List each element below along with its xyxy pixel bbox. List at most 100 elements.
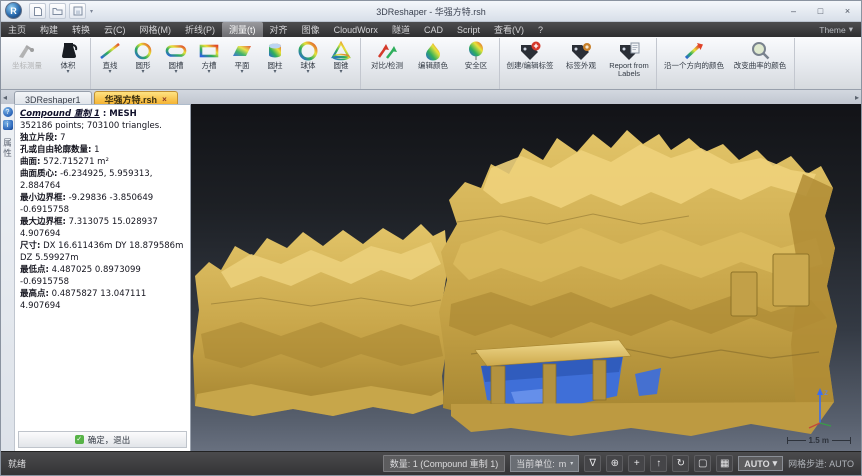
grid-icon[interactable]: ▦ [716,455,733,472]
ribbon-tab-row: 主页 构建 转换 云(C) 网格(M) 折线(P) 测量(t) 对齐 图像 Cl… [1,22,861,37]
cone-icon [329,40,353,62]
viewport-3d[interactable]: z 1.5 m [191,104,861,451]
unit-selector[interactable]: 当前单位: m ▾ [510,455,579,472]
scale-label: 1.5 m [809,436,829,445]
compare-arrows-icon [375,40,399,62]
main-area: ? i 属性 Compound 重制 1 : MESH 352186 point… [1,104,861,451]
ribbon-group-colors: 沿一个方向的颜色 改变曲率的颜色 [657,38,795,89]
theme-selector[interactable]: Theme▾ [811,22,861,37]
window-controls: – □ × [780,1,861,21]
dropdown-arrow-icon[interactable]: ▾ [273,70,276,75]
rotate-icon[interactable]: ↻ [672,455,689,472]
tab-help[interactable]: ? [531,22,550,37]
property-line: 独立片段: 7 [20,132,187,144]
dropdown-arrow-icon[interactable]: ▾ [240,70,243,75]
z-axis-label: z [824,388,828,397]
ribbon: 坐标测量 体积 ▾ 直线 ▾ 圆形 ▾ 圆 [1,37,861,90]
chevron-down-icon: ▾ [570,460,573,467]
circle-icon [131,40,155,62]
maximize-button[interactable]: □ [807,1,834,21]
panel-toggle-icon[interactable]: i [3,120,13,130]
zoom-center-icon[interactable]: ⊕ [606,455,623,472]
cone-shape-button[interactable]: 圆锥 ▾ [325,39,357,77]
dropdown-arrow-icon[interactable]: ▾ [339,70,342,75]
security-zone-button[interactable]: 安全区 [456,39,496,77]
plane-shape-button[interactable]: 平面 ▾ [226,39,258,77]
confirm-exit-button[interactable]: ✓ 确定，退出 [18,431,187,448]
tab-script[interactable]: Script [450,22,487,37]
tab-polyline[interactable]: 折线(P) [178,22,222,37]
tab-cloudworx[interactable]: CloudWorx [327,22,385,37]
tab-cloud[interactable]: 云(C) [97,22,133,37]
property-line: 曲面: 572.715271 m² [20,156,187,168]
ribbon-group-shapes: 直线 ▾ 圆形 ▾ 圆槽 ▾ 方槽 ▾ 平面 ▾ [91,38,361,89]
auto-render-selector[interactable]: AUTO ▾ [738,456,783,471]
tab-image[interactable]: 图像 [295,22,327,37]
qat-customize-icon[interactable]: ▾ [90,8,93,15]
chevron-down-icon: ▾ [773,458,778,469]
window-title: 3DReshaper - 华强方特.rsh [1,5,861,18]
status-bar: 就绪 数量: 1 (Compound 重制 1) 当前单位: m ▾ ∇ ⊕ +… [1,451,861,475]
tab-transform[interactable]: 转换 [65,22,97,37]
magnifier-icon [749,40,771,62]
select-rect-icon[interactable]: ▢ [694,455,711,472]
grid-step-label: 网格步进: AUTO [788,457,854,470]
property-line: 最大边界框: 7.313075 15.028937 4.907694 [20,216,187,240]
open-folder-icon[interactable] [49,3,66,19]
ribbon-group-measure: 坐标测量 体积 ▾ [3,38,91,89]
close-tab-icon[interactable]: × [162,95,167,104]
tab-scroll-left-icon[interactable]: ◂ [3,93,7,102]
view-up-icon[interactable]: ↑ [650,455,667,472]
axis-indicator: z [799,383,839,429]
circle-shape-button[interactable]: 圆形 ▾ [127,39,159,77]
close-button[interactable]: × [834,1,861,21]
property-line: 孔或自由轮廓数量: 1 [20,144,187,156]
save-icon[interactable] [69,3,86,19]
tab-measure-active[interactable]: 测量(t) [222,22,263,37]
dropdown-arrow-icon[interactable]: ▾ [306,70,309,75]
cylinder-icon [263,40,287,62]
dropdown-arrow-icon[interactable]: ▾ [141,70,144,75]
curvature-colors-button[interactable]: 改变曲率的颜色 [729,39,791,77]
properties-tab-label[interactable]: 属性 [2,138,14,159]
property-line: 最高点: 0.4875827 13.047111 4.907694 [20,288,187,312]
line-icon [98,40,122,62]
coordinate-measure-button[interactable]: 坐标测量 [6,39,48,77]
slot-shape-button[interactable]: 圆槽 ▾ [160,39,192,77]
dropdown-arrow-icon[interactable]: ▾ [174,70,177,75]
tab-cad[interactable]: CAD [417,22,450,37]
label-appearance-button[interactable]: 标签外观 [558,39,604,77]
color-along-direction-button[interactable]: 沿一个方向的颜色 [660,39,728,77]
sphere-shape-button[interactable]: 球体 ▾ [292,39,324,77]
tag-report-icon [617,40,641,62]
volume-button[interactable]: 体积 ▾ [49,39,87,77]
check-icon: ✓ [75,435,84,444]
create-edit-label-button[interactable]: 创建/编辑标签 [503,39,557,77]
tab-home[interactable]: 主页 [1,22,33,37]
minimize-button[interactable]: – [780,1,807,21]
tab-scroll-right-icon[interactable]: ▸ [855,93,859,102]
rainbow-arrow-icon [682,40,706,62]
tab-view[interactable]: 查看(V) [487,22,531,37]
tab-align[interactable]: 对齐 [263,22,295,37]
property-line: 最低点: 4.487025 0.8973099 -0.6915758 [20,264,187,288]
app-logo-icon[interactable]: R [5,2,22,19]
color-drop-icon [423,40,443,62]
tab-tunnel[interactable]: 隧道 [385,22,417,37]
compare-inspect-button[interactable]: 对比/检测 [364,39,410,77]
new-file-icon[interactable] [29,3,46,19]
mesh-model [191,104,862,453]
filter-icon[interactable]: ∇ [584,455,601,472]
cylinder-shape-button[interactable]: 圆柱 ▾ [259,39,291,77]
rectangle-shape-button[interactable]: 方槽 ▾ [193,39,225,77]
tab-mesh[interactable]: 网格(M) [133,22,179,37]
report-from-labels-button[interactable]: Report from Labels [605,39,653,77]
move-icon[interactable]: + [628,455,645,472]
tab-construct[interactable]: 构建 [33,22,65,37]
dropdown-arrow-icon[interactable]: ▾ [108,70,111,75]
help-icon[interactable]: ? [3,107,13,117]
line-shape-button[interactable]: 直线 ▾ [94,39,126,77]
edit-colors-button[interactable]: 编辑颜色 [411,39,455,77]
dropdown-arrow-icon[interactable]: ▾ [66,70,69,75]
dropdown-arrow-icon[interactable]: ▾ [207,70,210,75]
